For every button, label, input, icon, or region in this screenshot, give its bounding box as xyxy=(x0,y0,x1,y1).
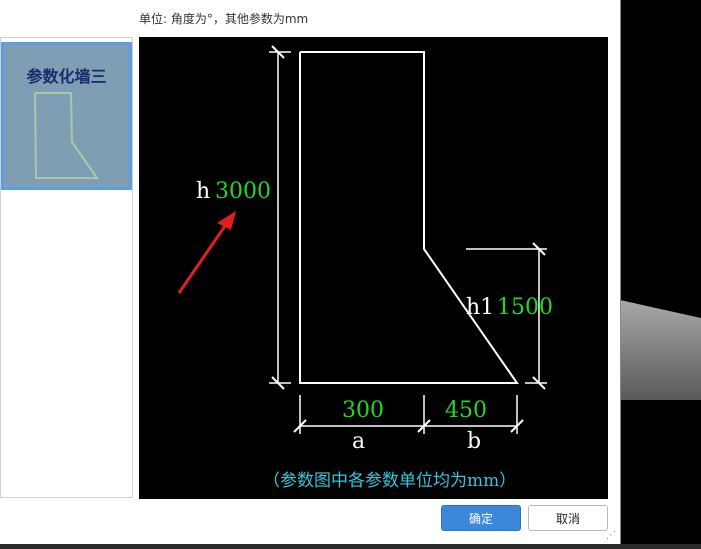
parametric-wall-dialog: 单位: 角度为°，其他参数为mm 参数化墙三 h 3000 h1 1500 30… xyxy=(0,0,621,544)
thumbnail-title: 参数化墙三 xyxy=(26,67,107,86)
b-label: b xyxy=(467,429,481,454)
ok-button[interactable]: 确定 xyxy=(441,505,521,531)
wall-section-diagram: h 3000 h1 1500 300 450 a b （参数图中各参数单位均为m… xyxy=(177,45,553,491)
parameter-diagram: h 3000 h1 1500 300 450 a b （参数图中各参数单位均为m… xyxy=(139,37,608,499)
h1-value: 1500 xyxy=(497,295,553,320)
resize-grip-icon[interactable]: ⋰ xyxy=(606,530,618,542)
cancel-button[interactable]: 取消 xyxy=(528,505,608,531)
units-note: （参数图中各参数单位均为mm） xyxy=(263,471,516,491)
h-value: 3000 xyxy=(215,179,271,204)
h1-label: h1 xyxy=(466,295,494,320)
background-region xyxy=(620,0,701,549)
a-value: 300 xyxy=(342,398,384,423)
wall-outline xyxy=(299,51,519,384)
units-label: 单位: 角度为°，其他参数为mm xyxy=(139,12,309,26)
red-arrow-icon xyxy=(177,211,236,294)
wall-type-list[interactable]: 参数化墙三 xyxy=(0,37,133,498)
wall-type-thumbnail-selected[interactable]: 参数化墙三 xyxy=(1,42,132,190)
b-value: 450 xyxy=(445,398,487,423)
h-label: h xyxy=(196,179,210,204)
taskbar-strip xyxy=(0,544,701,549)
a-label: a xyxy=(352,429,365,454)
